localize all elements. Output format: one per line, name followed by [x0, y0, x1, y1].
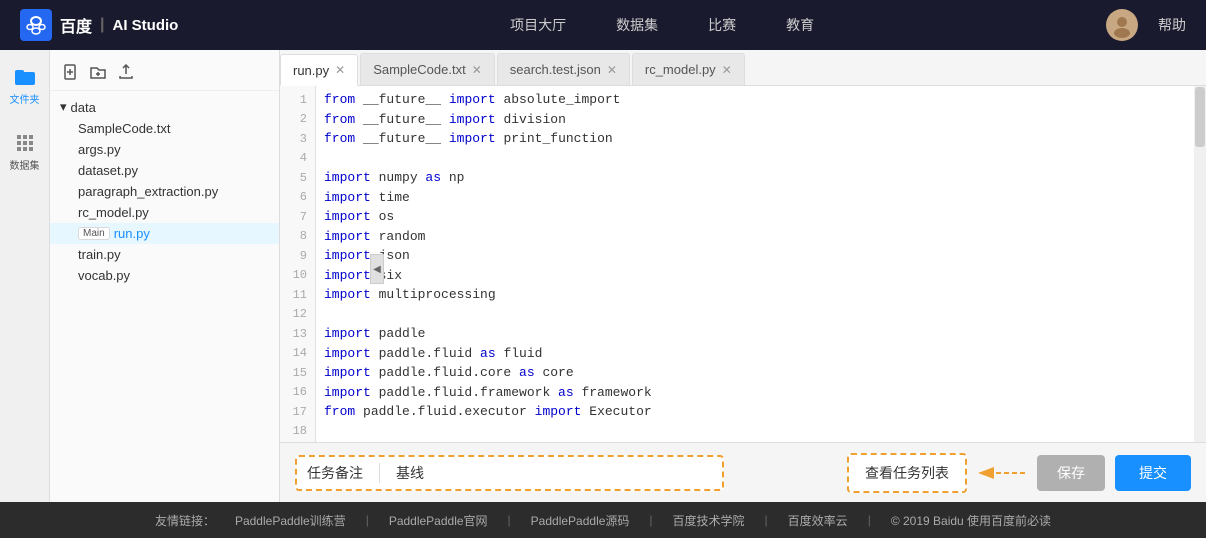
tab-samplecode-label: SampleCode.txt [373, 62, 466, 77]
file-train-name: train.py [78, 247, 121, 262]
tab-runpy[interactable]: run.py ✕ [280, 54, 358, 86]
upload-icon[interactable] [116, 62, 136, 82]
nav-item-datasets[interactable]: 数据集 [616, 11, 658, 39]
footer-link-3[interactable]: 百度技术学院 [673, 512, 745, 529]
sidebar-item-datasets[interactable]: 数据集 [5, 126, 45, 177]
tab-samplecode[interactable]: SampleCode.txt ✕ [360, 53, 495, 85]
code-content[interactable]: from __future__ import absolute_import f… [316, 86, 1194, 442]
tab-samplecode-close[interactable]: ✕ [472, 64, 482, 76]
new-folder-icon[interactable] [88, 62, 108, 82]
folder-data[interactable]: ▾ data [50, 96, 279, 118]
arrow-decoration [977, 458, 1027, 488]
nav-item-competitions[interactable]: 比赛 [708, 11, 736, 39]
folder-icon [13, 65, 37, 89]
scrollbar-thumb[interactable] [1195, 87, 1205, 147]
footer-prefix: 友情链接： [155, 512, 215, 529]
file-samplecode[interactable]: SampleCode.txt [50, 118, 279, 139]
file-tree: ▾ data SampleCode.txt args.py dataset.py… [50, 50, 280, 502]
folder-name: data [71, 100, 96, 115]
baidu-logo-icon [20, 9, 52, 41]
footer-link-0[interactable]: PaddlePaddle训练营 [235, 512, 346, 529]
bottom-panel: 任务备注 基线 查看任务列表 保存 提交 [280, 442, 1206, 502]
editor-area: run.py ✕ SampleCode.txt ✕ search.test.js… [280, 50, 1206, 502]
navbar-right: 帮助 [1106, 9, 1186, 41]
tab-rcmodel[interactable]: rc_model.py ✕ [632, 53, 745, 85]
brand-text: AI Studio [113, 17, 179, 34]
file-main-badge: Main [78, 227, 110, 240]
tab-runpy-close[interactable]: ✕ [335, 64, 345, 76]
file-samplecode-name: SampleCode.txt [78, 121, 171, 136]
file-tree-toolbar [50, 58, 279, 91]
dataset-icon [13, 131, 37, 155]
editor-tabs: run.py ✕ SampleCode.txt ✕ search.test.js… [280, 50, 1206, 86]
input-divider [379, 463, 380, 483]
file-vocab-name: vocab.py [78, 268, 130, 283]
file-dataset-name: dataset.py [78, 163, 138, 178]
file-args[interactable]: args.py [50, 139, 279, 160]
footer: 友情链接： PaddlePaddle训练营 | PaddlePaddle官网 |… [0, 502, 1206, 538]
file-paragraph-name: paragraph_extraction.py [78, 184, 218, 199]
new-file-icon[interactable] [60, 62, 80, 82]
main-nav: 项目大厅 数据集 比赛 教育 [218, 11, 1106, 39]
file-runpy[interactable]: Main run.py [50, 223, 279, 244]
code-editor: 123 456 789 101112 131415 161718 192021 … [280, 86, 1206, 442]
nav-item-education[interactable]: 教育 [786, 11, 814, 39]
tab-rcmodel-close[interactable]: ✕ [722, 64, 732, 76]
task-note-input[interactable] [432, 465, 712, 481]
submit-button[interactable]: 提交 [1115, 455, 1191, 491]
footer-link-2[interactable]: PaddlePaddle源码 [531, 512, 630, 529]
task-input-area: 任务备注 基线 [295, 455, 724, 491]
navbar-divider: | [100, 16, 104, 34]
scrollbar-track[interactable] [1194, 86, 1206, 442]
baidu-text: 百度 [60, 13, 92, 37]
sidebar-item-files[interactable]: 文件夹 [5, 60, 45, 111]
logo: 百度 | AI Studio [20, 9, 178, 41]
bottom-right-actions: 查看任务列表 保存 提交 [847, 453, 1191, 493]
folder-arrow: ▾ [60, 99, 67, 115]
sidebar-datasets-label: 数据集 [10, 157, 40, 172]
footer-copyright: © 2019 Baidu 使用百度前必读 [891, 512, 1051, 529]
tab-searchjson-label: search.test.json [510, 62, 601, 77]
tab-searchjson[interactable]: search.test.json ✕ [497, 53, 630, 85]
view-tasks-button[interactable]: 查看任务列表 [847, 453, 967, 493]
file-runpy-name: run.py [114, 226, 150, 241]
sidebar-files-label: 文件夹 [10, 91, 40, 106]
task-note-label: 任务备注 [307, 463, 363, 483]
tab-runpy-label: run.py [293, 63, 329, 78]
baseline-label: 基线 [396, 463, 424, 483]
navbar: 百度 | AI Studio 项目大厅 数据集 比赛 教育 帮助 [0, 0, 1206, 50]
sidebar-collapse-toggle[interactable]: ◀ [370, 254, 384, 284]
save-button[interactable]: 保存 [1037, 455, 1105, 491]
footer-link-1[interactable]: PaddlePaddle官网 [389, 512, 488, 529]
file-vocab[interactable]: vocab.py [50, 265, 279, 286]
tab-searchjson-close[interactable]: ✕ [607, 64, 617, 76]
file-rcmodel[interactable]: rc_model.py [50, 202, 279, 223]
file-args-name: args.py [78, 142, 121, 157]
file-rcmodel-name: rc_model.py [78, 205, 149, 220]
nav-item-projects[interactable]: 项目大厅 [510, 11, 566, 39]
sidebar-icons: 文件夹 数据集 [0, 50, 50, 502]
tab-rcmodel-label: rc_model.py [645, 62, 716, 77]
user-avatar[interactable] [1106, 9, 1138, 41]
file-dataset[interactable]: dataset.py [50, 160, 279, 181]
footer-link-4[interactable]: 百度效率云 [788, 512, 848, 529]
help-link[interactable]: 帮助 [1158, 15, 1186, 35]
file-paragraph[interactable]: paragraph_extraction.py [50, 181, 279, 202]
file-train[interactable]: train.py [50, 244, 279, 265]
line-numbers: 123 456 789 101112 131415 161718 192021 … [280, 86, 316, 442]
main-content: 文件夹 数据集 [0, 50, 1206, 502]
